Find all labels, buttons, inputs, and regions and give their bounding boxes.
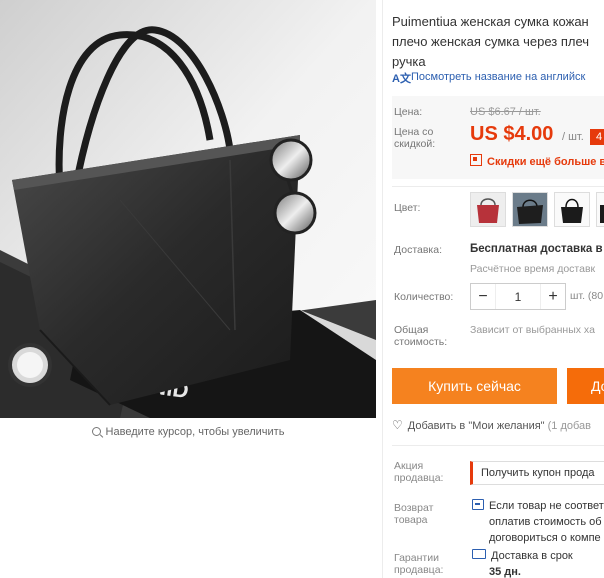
shipping-estimate: Расчётное время доставк (470, 263, 596, 275)
return-line-1: Если товар не соответ (489, 500, 604, 512)
discount-badge: 4 (590, 129, 604, 145)
return-label-1: Возврат (394, 502, 434, 514)
promo-label-1: Акция (394, 460, 424, 472)
price-label: Цена: (394, 106, 423, 118)
heart-icon: ♡ (392, 418, 403, 432)
per-unit: / шт. (562, 131, 584, 143)
quantity-stepper[interactable]: − 1 + (470, 283, 566, 310)
title-line-2: плечо женская сумка через плеч (392, 34, 590, 49)
wishlist-count: (1 добав (547, 420, 592, 432)
get-coupon-button[interactable]: Получить купон прода (470, 461, 604, 485)
quantity-label: Количество: (394, 291, 454, 303)
return-line-2: оплатив стоимость об (489, 516, 602, 528)
wishlist-text[interactable]: Добавить в "Мои желания" (408, 420, 545, 432)
product-main-image[interactable]: NID (0, 0, 376, 418)
color-option-red[interactable] (470, 192, 506, 227)
increment-button[interactable]: + (541, 284, 565, 309)
quantity-available: шт. (80 (570, 290, 604, 302)
zoom-hint-text: Наведите курсор, чтобы увеличить (105, 426, 285, 438)
add-to-wishlist-link[interactable]: ♡ Добавить в "Мои желания" (1 добав (392, 418, 591, 432)
title-line-1: Puimentiua женская сумка кожан (392, 14, 589, 29)
divider (382, 0, 383, 578)
divider (392, 186, 604, 187)
translate-link[interactable]: A文Посмотреть название на английск (392, 70, 585, 85)
total-label-2: стоимость: (394, 336, 448, 348)
guarantee-line: Доставка в срок (491, 550, 573, 562)
promo-label-2: продавца: (394, 472, 444, 484)
decrement-button[interactable]: − (471, 284, 495, 309)
return-policy: Если товар не соответ оплатив стоимость … (472, 498, 604, 546)
truck-icon (472, 549, 486, 559)
zoom-hint: Наведите курсор, чтобы увеличить (0, 426, 376, 438)
more-discounts-text[interactable]: Скидки ещё больше в (487, 156, 604, 168)
total-label-1: Общая (394, 324, 429, 336)
more-discounts-link[interactable]: Скидки ещё больше в (470, 154, 604, 168)
guarantee-days: 35 дн. (489, 566, 521, 578)
total-note: Зависит от выбранных ха (470, 324, 595, 336)
divider (392, 445, 604, 446)
return-icon (472, 499, 484, 510)
shipping-method[interactable]: Бесплатная доставка в (470, 243, 603, 255)
delivery-guarantee: Доставка в срок 35 дн. (472, 548, 573, 578)
old-price: US $6.67 / шт. (470, 106, 541, 118)
search-icon (91, 427, 101, 436)
add-to-cart-button[interactable]: До (567, 368, 604, 404)
buy-now-button[interactable]: Купить сейчас (392, 368, 557, 404)
product-details-panel: Puimentiua женская сумка кожан плечо жен… (392, 0, 604, 578)
guarantee-label-2: продавца: (394, 564, 444, 576)
return-label-2: товара (394, 514, 428, 526)
discount-price-label: Цена со скидкой: (394, 126, 436, 150)
color-option-black-white[interactable] (554, 192, 590, 227)
quantity-input[interactable]: 1 (495, 284, 541, 309)
return-line-3: договориться о компе (489, 532, 601, 544)
translate-link-text[interactable]: Посмотреть название на английск (411, 71, 585, 83)
color-option-partial[interactable] (596, 192, 604, 227)
product-title: Puimentiua женская сумка кожан плечо жен… (392, 12, 604, 72)
translate-icon: A文 (392, 73, 411, 85)
qr-icon (470, 154, 482, 166)
title-line-3: ручка (392, 54, 426, 69)
guarantee-label-1: Гарантии (394, 552, 439, 564)
price-box: Цена: US $6.67 / шт. Цена со скидкой: US… (392, 96, 604, 179)
color-label: Цвет: (394, 202, 421, 214)
shipping-label: Доставка: (394, 244, 443, 256)
discount-price: US $4.00 (470, 123, 554, 145)
color-option-black-dark[interactable] (512, 192, 548, 227)
